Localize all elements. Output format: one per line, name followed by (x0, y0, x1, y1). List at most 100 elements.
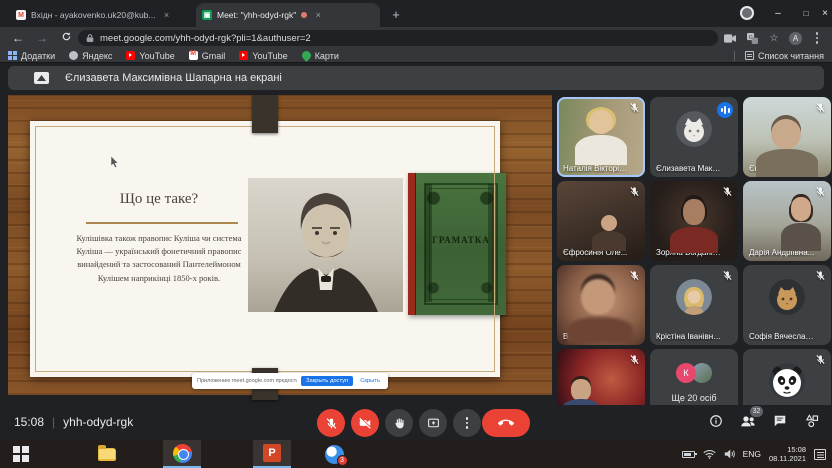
bookmark-label: YouTube (139, 51, 174, 61)
windows-logo-icon (13, 446, 29, 462)
back-button[interactable]: ← (10, 30, 26, 46)
participant-name: Влада Романівн... (563, 332, 629, 341)
powerpoint-taskbar-button[interactable]: P (253, 440, 291, 468)
camera-toggle-button[interactable] (351, 409, 379, 437)
meet-favicon: ▣ (202, 10, 212, 20)
bookmark-youtube[interactable]: YouTube (126, 51, 174, 61)
participant-name: Дарія Андріївна... (749, 248, 815, 257)
hramatka-book-cover: ГРАМАТКА (408, 173, 506, 315)
participant-tile[interactable]: Софія Вячеславів... (743, 265, 831, 345)
bookmark-label: Додатки (21, 51, 55, 61)
kulish-portrait-photo (248, 178, 403, 312)
bookmark-gmail[interactable]: Gmail (189, 51, 226, 61)
shared-screen: Що це таке? Кулішівка також правопис Кул… (8, 95, 552, 395)
slide-body-text: Кулішівка також правопис Куліша чи систе… (68, 232, 250, 285)
window-close-button[interactable]: × (818, 0, 832, 26)
participant-tile[interactable]: Єфросинія Оле... (557, 181, 645, 261)
tab-close-icon[interactable]: × (161, 9, 173, 21)
mic-toggle-button[interactable] (317, 409, 345, 437)
tab-meet[interactable]: ▣ Meet: "yhh-odyd-rgk" × (196, 3, 380, 27)
forward-button[interactable]: → (34, 30, 50, 46)
more-options-button[interactable] (453, 409, 481, 437)
bookmark-star-icon[interactable]: ☆ (767, 31, 781, 45)
reload-button[interactable] (58, 30, 74, 46)
bookmark-youtube-2[interactable]: YouTube (239, 51, 287, 61)
bookmark-apps[interactable]: Додатки (8, 51, 55, 61)
avatar (769, 279, 805, 315)
raise-hand-button[interactable] (385, 409, 413, 437)
battery-icon[interactable] (682, 451, 695, 458)
file-explorer-button[interactable] (92, 440, 122, 468)
bookmark-maps[interactable]: Карти (302, 51, 339, 61)
browser-app-icon: 3 (325, 445, 344, 464)
reading-list-button[interactable]: Список читання (734, 51, 824, 61)
participant-tile[interactable]: Єлизавета Макси... (650, 97, 738, 177)
present-screen-button[interactable] (419, 409, 447, 437)
clock[interactable]: 15:08 08.11.2021 (769, 445, 806, 464)
mic-muted-icon (815, 186, 826, 197)
tab-gmail[interactable]: M Вхідн - ayakovenko.uk20@kub... × (10, 3, 192, 27)
url-text: meet.google.com/yhh-odyd-rgk?pli=1&authu… (100, 33, 311, 44)
participant-name: Наталія Вікторів... (563, 164, 629, 173)
participant-tile[interactable]: Катерина Андрі... (557, 349, 645, 405)
hide-share-bar-button[interactable]: Скрыть (357, 376, 383, 386)
participant-name: Єлизавета Макси... (656, 164, 722, 173)
participant-tile[interactable]: Євгенія Валерії... (743, 97, 831, 177)
browser-tabstrip: M Вхідн - ayakovenko.uk20@kub... × ▣ Mee… (0, 0, 832, 27)
mic-muted-icon (722, 186, 733, 197)
bookmark-yandex[interactable]: Яндекс (69, 51, 112, 61)
chat-button[interactable] (772, 413, 788, 429)
url-bar[interactable]: meet.google.com/yhh-odyd-rgk?pli=1&authu… (78, 30, 718, 46)
self-tile[interactable]: Ви (743, 349, 831, 405)
tab-title: Вхідн - ayakovenko.uk20@kub... (31, 10, 156, 20)
meet-control-bar: 15:08 | yhh-odyd-rgk 32 (0, 405, 832, 440)
screen: M Вхідн - ayakovenko.uk20@kub... × ▣ Mee… (0, 0, 832, 468)
language-indicator[interactable]: ENG (743, 449, 761, 459)
participant-tile[interactable]: Наталія Вікторів... (557, 97, 645, 177)
camera-in-use-icon[interactable] (723, 31, 737, 45)
chrome-icon (173, 444, 192, 463)
start-button[interactable] (6, 440, 36, 468)
mic-muted-icon (629, 102, 640, 113)
participant-tile[interactable]: Влада Романівн... (557, 265, 645, 345)
end-call-button[interactable] (482, 409, 530, 437)
presenting-banner-text: Єлизавета Максимівна Шапарна на екрані (65, 72, 282, 84)
record-indicator-icon[interactable] (740, 6, 754, 20)
tray-time: 15:08 (787, 445, 806, 454)
translate-icon[interactable]: G (745, 31, 759, 45)
activities-button[interactable] (804, 413, 820, 429)
initial-avatar: К (676, 363, 696, 383)
mic-muted-icon (722, 270, 733, 281)
participant-tile[interactable]: Зоряна Богданів... (650, 181, 738, 261)
stop-sharing-button[interactable]: Закрыть доступ (301, 376, 353, 386)
presenting-banner: Єлизавета Максимівна Шапарна на екрані (8, 66, 824, 90)
new-tab-button[interactable]: + (388, 7, 404, 23)
browser-menu-icon[interactable] (810, 31, 824, 45)
presentation-slide: Що це таке? Кулішівка також правопис Кул… (30, 121, 500, 377)
tab-close-icon[interactable]: × (312, 9, 324, 21)
mic-muted-icon (629, 186, 640, 197)
participant-name: Єфросинія Оле... (563, 248, 629, 257)
meeting-time: 15:08 (14, 415, 44, 429)
mini-avatars: К (676, 363, 712, 383)
more-participants-tile[interactable]: К Ще 20 осіб (650, 349, 738, 405)
avatar (676, 111, 712, 147)
wifi-icon[interactable] (703, 449, 716, 459)
participants-grid: Наталія Вікторів... Єлизавета Макси... Є… (557, 97, 831, 405)
mic-muted-icon (815, 270, 826, 281)
messenger-taskbar-button[interactable]: 3 (315, 440, 353, 468)
window-minimize-button[interactable]: – (766, 0, 790, 26)
participants-button[interactable]: 32 (740, 413, 756, 429)
volume-icon[interactable] (724, 449, 735, 459)
slide-title: Що це таке? (63, 191, 255, 208)
participant-tile[interactable]: Дарія Андріївна... (743, 181, 831, 261)
youtube-icon (126, 51, 135, 60)
window-maximize-button[interactable]: □ (794, 0, 818, 26)
participants-count-badge: 32 (750, 406, 763, 417)
slide-divider (86, 222, 238, 224)
meeting-details-button[interactable] (708, 413, 724, 429)
participant-tile[interactable]: Крістіна Іванівна ... (650, 265, 738, 345)
action-center-icon[interactable] (814, 449, 826, 460)
chrome-taskbar-button[interactable] (163, 440, 201, 468)
profile-avatar[interactable]: A (789, 32, 802, 45)
